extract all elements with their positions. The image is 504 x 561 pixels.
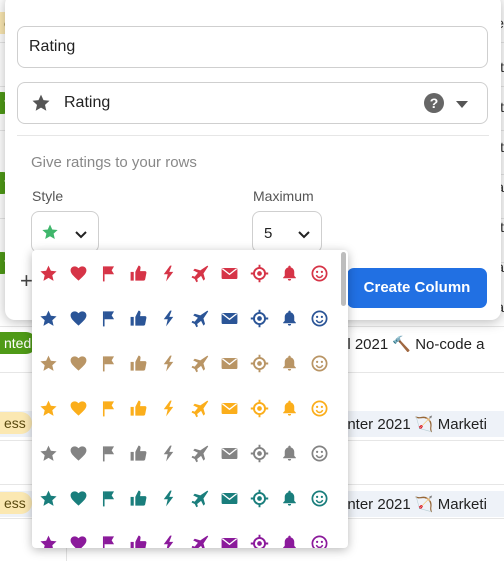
chevron-down-icon (297, 227, 311, 245)
star-icon[interactable] (35, 350, 61, 376)
target-icon[interactable] (246, 350, 272, 376)
lightning-icon[interactable] (156, 440, 182, 466)
flag-icon[interactable] (95, 485, 121, 511)
star-icon[interactable] (35, 260, 61, 286)
heart-icon[interactable] (65, 395, 91, 421)
smiley-icon[interactable] (307, 350, 333, 376)
jet-icon[interactable] (186, 395, 212, 421)
lightning-icon[interactable] (156, 260, 182, 286)
envelope-icon[interactable] (216, 530, 242, 548)
flag-icon[interactable] (95, 440, 121, 466)
flag-icon[interactable] (95, 305, 121, 331)
thumbs-up-icon[interactable] (126, 305, 152, 331)
smiley-icon[interactable] (307, 440, 333, 466)
target-icon[interactable] (246, 305, 272, 331)
icon-picker-dropdown[interactable] (32, 250, 348, 548)
thumbs-up-icon[interactable] (126, 350, 152, 376)
smiley-icon[interactable] (307, 260, 333, 286)
field-type-select[interactable]: Rating ? (17, 82, 488, 124)
target-icon[interactable] (246, 395, 272, 421)
lightning-icon[interactable] (156, 350, 182, 376)
envelope-icon[interactable] (216, 395, 242, 421)
envelope-icon[interactable] (216, 305, 242, 331)
flag-icon[interactable] (95, 530, 121, 548)
smiley-icon[interactable] (307, 485, 333, 511)
star-icon (41, 223, 59, 246)
bell-icon[interactable] (277, 350, 303, 376)
jet-icon[interactable] (186, 350, 212, 376)
target-icon[interactable] (246, 260, 272, 286)
style-label: Style (32, 188, 64, 204)
maximum-select[interactable]: 5 (252, 211, 322, 253)
star-icon (31, 93, 51, 118)
project-cell: inter 2021 🏹 Marketi (344, 496, 487, 513)
project-cell: ll 2021 🔨 No-code a (344, 336, 485, 353)
jet-icon[interactable] (186, 530, 212, 548)
thumbs-up-icon[interactable] (126, 440, 152, 466)
flag-icon[interactable] (95, 260, 121, 286)
target-icon[interactable] (246, 530, 272, 548)
smiley-icon[interactable] (307, 530, 333, 548)
bell-icon[interactable] (277, 440, 303, 466)
jet-icon[interactable] (186, 305, 212, 331)
envelope-icon[interactable] (216, 485, 242, 511)
heart-icon[interactable] (65, 305, 91, 331)
target-icon[interactable] (246, 440, 272, 466)
column-name-input[interactable]: Rating (17, 26, 488, 68)
envelope-icon[interactable] (216, 350, 242, 376)
star-icon[interactable] (35, 440, 61, 466)
scrollbar[interactable] (341, 252, 346, 306)
add-icon[interactable]: + (20, 268, 33, 294)
project-cell: inter 2021 🏹 Marketi (344, 416, 487, 433)
jet-icon[interactable] (186, 485, 212, 511)
style-select[interactable] (31, 211, 99, 253)
heart-icon[interactable] (65, 440, 91, 466)
heart-icon[interactable] (65, 350, 91, 376)
star-icon[interactable] (35, 395, 61, 421)
heart-icon[interactable] (65, 530, 91, 548)
thumbs-up-icon[interactable] (126, 395, 152, 421)
lightning-icon[interactable] (156, 395, 182, 421)
thumbs-up-icon[interactable] (126, 260, 152, 286)
smiley-icon[interactable] (307, 395, 333, 421)
flag-icon[interactable] (95, 350, 121, 376)
maximum-label: Maximum (253, 188, 314, 204)
bell-icon[interactable] (277, 485, 303, 511)
thumbs-up-icon[interactable] (126, 530, 152, 548)
field-type-label: Rating (64, 94, 111, 111)
bell-icon[interactable] (277, 530, 303, 548)
hint-text: Give ratings to your rows (31, 154, 197, 171)
thumbs-up-icon[interactable] (126, 485, 152, 511)
status-tag: ess (0, 492, 32, 514)
envelope-icon[interactable] (216, 440, 242, 466)
create-column-button[interactable]: Create Column (347, 268, 487, 308)
bell-icon[interactable] (277, 305, 303, 331)
jet-icon[interactable] (186, 440, 212, 466)
heart-icon[interactable] (65, 485, 91, 511)
chevron-down-icon (74, 227, 88, 245)
lightning-icon[interactable] (156, 485, 182, 511)
help-icon[interactable]: ? (424, 93, 444, 113)
divider (17, 135, 489, 136)
maximum-value: 5 (264, 225, 273, 242)
status-tag: ess (0, 412, 32, 434)
envelope-icon[interactable] (216, 260, 242, 286)
caret-down-icon (456, 101, 468, 108)
target-icon[interactable] (246, 485, 272, 511)
bell-icon[interactable] (277, 395, 303, 421)
lightning-icon[interactable] (156, 530, 182, 548)
flag-icon[interactable] (95, 395, 121, 421)
jet-icon[interactable] (186, 260, 212, 286)
star-icon[interactable] (35, 530, 61, 548)
heart-icon[interactable] (65, 260, 91, 286)
star-icon[interactable] (35, 305, 61, 331)
smiley-icon[interactable] (307, 305, 333, 331)
bell-icon[interactable] (277, 260, 303, 286)
lightning-icon[interactable] (156, 305, 182, 331)
star-icon[interactable] (35, 485, 61, 511)
